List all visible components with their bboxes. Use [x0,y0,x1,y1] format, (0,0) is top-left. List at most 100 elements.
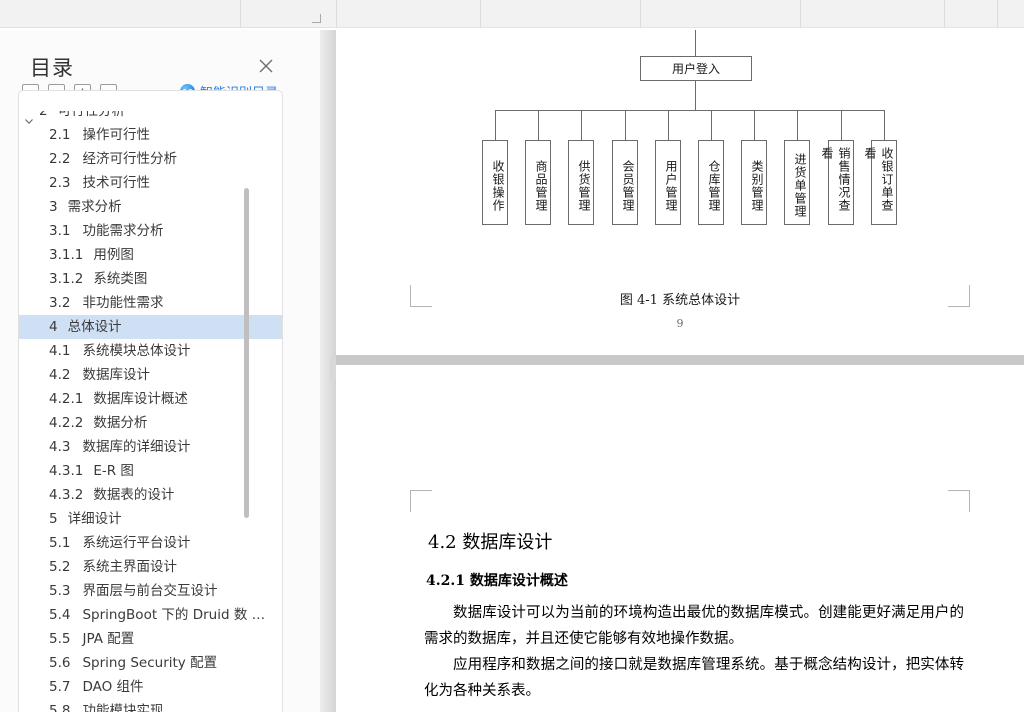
toc-item-label: 系统运行平台设计 [82,535,191,551]
connector-bus-to-leaf-2 [538,110,539,140]
toc-item-label: 经济可行性分析 [82,151,177,167]
toc-item-number: 5.4 [49,607,71,623]
toc-item-label: 数据表的设计 [93,487,175,503]
toc-item-label: 详细设计 [67,511,122,527]
ruler-tick [800,0,801,28]
toc-item-2-2[interactable]: 2.2 经济可行性分析 [19,147,282,171]
connector-bus-to-leaf-6 [711,110,712,140]
connector-bus-to-leaf-4 [625,110,626,140]
toc-item-label: 需求分析 [67,199,122,215]
connector-bus-to-leaf-3 [581,110,582,140]
diagram-box-login: 用户登入 [640,56,752,81]
toc-item-number: 4.2 [49,367,71,383]
toc-item-label: JPA 配置 [82,631,135,647]
toc-item-number: 2 [39,111,48,119]
toc-item-number: 5.2 [49,559,71,575]
toc-item-number: 5.5 [49,631,71,647]
diagram-box-leaf-7: 类别管理 [741,140,767,225]
toc-item-5-5[interactable]: 5.5 JPA 配置 [19,627,282,651]
toc-item-label: 总体设计 [67,319,122,335]
toc-item-number: 4.3.1 [49,463,84,479]
toc-item-number: 2.2 [49,151,71,167]
connector-bus-to-leaf-10 [884,110,885,140]
toc-item-label: E-R 图 [93,463,134,479]
toc-item-label: 功能模块实现 [82,703,164,712]
toc-item-label: 非功能性需求 [82,295,164,311]
ruler-tick [944,0,945,28]
top-ruler-strip [0,0,1024,28]
connector-bus-horizontal [495,110,884,111]
toc-item-label: 数据库设计 [82,367,150,383]
toc-item-label: Spring Security 配置 [82,655,218,671]
page-separator-gap [336,355,1024,365]
diagram-box-leaf-8: 进货单管理 [784,140,810,225]
toc-scrollbar-thumb[interactable] [244,188,249,518]
diagram-box-leaf-1: 收银操作 [482,140,508,225]
toc-item-number: 2.1 [49,127,71,143]
document-page-2: 4.2 数据库设计 4.2.1 数据库设计概述 数据库设计可以为当前的环境构造出… [336,365,1024,712]
ruler-tick [480,0,481,28]
toc-item-number: 5.8 [49,703,71,712]
toc-item-label: 技术可行性 [82,175,150,191]
toc-item-label: 功能需求分析 [82,223,164,239]
toc-item-label: 数据分析 [93,415,148,431]
margin-corner-mark [948,285,970,307]
toc-item-number: 4.2.2 [49,415,84,431]
connector-login-to-bus [695,81,696,110]
toc-item-label: 系统类图 [93,271,148,287]
toc-item-5-2[interactable]: 5.2 系统主界面设计 [19,555,282,579]
ruler-tick [640,0,641,28]
toc-item-2[interactable]: 2 可行性分析 [19,111,282,125]
toc-item-5-7[interactable]: 5.7 DAO 组件 [19,675,282,699]
document-viewport[interactable]: 超市收银系统用户登入收银操作商品管理供货管理会员管理用户管理仓库管理类别管理进货… [336,30,1024,712]
toc-item-5-1[interactable]: 5.1 系统运行平台设计 [19,531,282,555]
connector-bus-to-leaf-8 [797,110,798,140]
diagram-box-leaf-6: 仓库管理 [698,140,724,225]
toc-item-number: 5 [49,511,58,527]
connector-bus-to-leaf-1 [495,110,496,140]
wps-document-viewer: 目录 2 可行性分析 2.1 操作可行性 2.2 经济可行性分析 2.3 技术可… [0,0,1024,712]
connector-bus-to-leaf-7 [754,110,755,140]
page-number: 9 [676,317,684,330]
margin-corner-mark [410,490,432,512]
toc-item-number: 4 [49,319,58,335]
toc-item-label: DAO 组件 [82,679,144,695]
section-heading-4-2: 4.2 数据库设计 [428,532,553,553]
toc-item-number: 3.1 [49,223,71,239]
chevron-down-icon[interactable] [25,111,33,125]
close-icon[interactable] [256,56,276,76]
ruler-margin-marker [312,14,321,23]
diagram-box-leaf-9: 销售情况查看 [820,140,854,225]
toc-item-number: 5.3 [49,583,71,599]
diagram-box-leaf-4: 会员管理 [612,140,638,225]
toc-item-2-1[interactable]: 2.1 操作可行性 [19,123,282,147]
ruler-tick [336,0,337,28]
toc-item-5-4[interactable]: 5.4 SpringBoot 下的 Druid 数 … [19,603,282,627]
document-page-1: 超市收银系统用户登入收银操作商品管理供货管理会员管理用户管理仓库管理类别管理进货… [336,30,1024,355]
toc-item-5-3[interactable]: 5.3 界面层与前台交互设计 [19,579,282,603]
margin-corner-mark [410,285,432,307]
toc-item-label: 可行性分析 [57,111,126,119]
connector-root-to-login [695,30,696,56]
toc-item-label: 界面层与前台交互设计 [82,583,218,599]
toc-item-number: 4.1 [49,343,71,359]
toc-item-label: SpringBoot 下的 Druid 数 … [82,607,266,623]
toc-item-5-6[interactable]: 5.6 Spring Security 配置 [19,651,282,675]
toc-item-number: 4.3.2 [49,487,84,503]
toc-item-label: 数据库设计概述 [93,391,188,407]
connector-bus-to-leaf-5 [668,110,669,140]
toc-item-number: 5.7 [49,679,71,695]
toc-item-label: 用例图 [93,247,134,263]
paragraph-dbms-interface: 应用程序和数据之间的接口就是数据库管理系统。基于概念结构设计，把实体转化为各种关… [424,657,964,699]
toc-item-number: 3.2 [49,295,71,311]
connector-bus-to-leaf-9 [841,110,842,140]
diagram-box-leaf-3: 供货管理 [568,140,594,225]
toc-item-number: 4.2.1 [49,391,84,407]
toc-header: 目录 [0,30,320,80]
toc-item-label: 数据库的详细设计 [82,439,191,455]
diagram-box-leaf-2: 商品管理 [525,140,551,225]
system-architecture-diagram: 超市收银系统用户登入收银操作商品管理供货管理会员管理用户管理仓库管理类别管理进货… [336,30,1024,252]
toc-item-number: 4.3 [49,439,71,455]
toc-panel: 目录 2 可行性分析 2.1 操作可行性 2.2 经济可行性分析 2.3 技术可… [0,30,320,712]
toc-item-5-8[interactable]: 5.8 功能模块实现 [19,699,282,712]
